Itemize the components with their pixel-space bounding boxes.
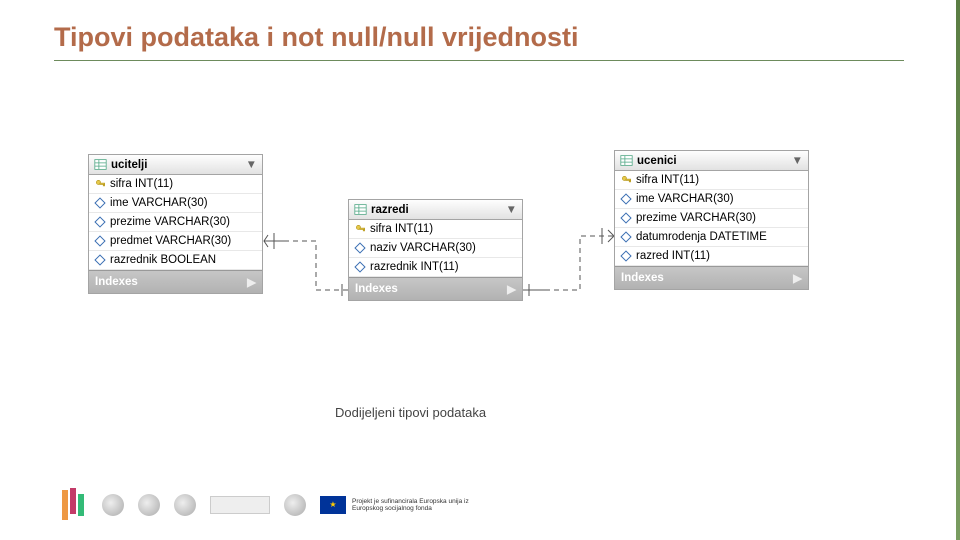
eu-funding-block: Projekt je sufinancirala Europska unija … <box>320 496 482 514</box>
chevron-down-icon: ▼ <box>506 204 517 216</box>
key-icon <box>94 178 106 190</box>
table-column: sifra INT(11) <box>349 220 522 239</box>
diamond-icon <box>620 212 632 224</box>
table-column: predmet VARCHAR(30) <box>89 232 262 251</box>
table-column: ime VARCHAR(30) <box>89 194 262 213</box>
column-label: predmet VARCHAR(30) <box>110 235 231 247</box>
diamond-icon <box>94 197 106 209</box>
column-label: ime VARCHAR(30) <box>110 197 208 209</box>
table-name: razredi <box>371 204 409 216</box>
table-column: sifra INT(11) <box>89 175 262 194</box>
partner-logo <box>174 494 196 516</box>
diamond-icon <box>94 235 106 247</box>
column-label: ime VARCHAR(30) <box>636 193 734 205</box>
diamond-icon <box>620 250 632 262</box>
column-label: datumrodenja DATETIME <box>636 231 767 243</box>
partner-logo <box>210 496 270 514</box>
eu-flag-icon <box>320 496 346 514</box>
table-column: datumrodenja DATETIME <box>615 228 808 247</box>
partner-logo <box>284 494 306 516</box>
table-ucenici: ucenici ▼ sifra INT(11) ime VARCHAR(30) … <box>614 150 809 290</box>
table-column: razred INT(11) <box>615 247 808 266</box>
diamond-icon <box>354 242 366 254</box>
table-column: prezime VARCHAR(30) <box>89 213 262 232</box>
diamond-icon <box>354 261 366 273</box>
table-icon <box>94 158 107 171</box>
column-label: prezime VARCHAR(30) <box>636 212 756 224</box>
table-column: razrednik INT(11) <box>349 258 522 277</box>
column-label: naziv VARCHAR(30) <box>370 242 476 254</box>
table-column: naziv VARCHAR(30) <box>349 239 522 258</box>
chevron-right-icon: ▶ <box>247 275 256 289</box>
column-label: razrednik BOOLEAN <box>110 254 216 266</box>
chevron-down-icon: ▼ <box>246 159 257 171</box>
table-ucitelji: ucitelji ▼ sifra INT(11) ime VARCHAR(30)… <box>88 154 263 294</box>
table-header[interactable]: ucitelji ▼ <box>89 155 262 175</box>
partner-logo <box>138 494 160 516</box>
chevron-right-icon: ▶ <box>507 282 516 296</box>
diagram-canvas: ucitelji ▼ sifra INT(11) ime VARCHAR(30)… <box>0 0 960 540</box>
table-header[interactable]: razredi ▼ <box>349 200 522 220</box>
table-name: ucitelji <box>111 159 147 171</box>
column-label: sifra INT(11) <box>110 178 173 190</box>
column-label: sifra INT(11) <box>636 174 699 186</box>
indexes-label: Indexes <box>355 283 398 295</box>
table-column: razrednik BOOLEAN <box>89 251 262 270</box>
diamond-icon <box>94 216 106 228</box>
indexes-header[interactable]: Indexes ▶ <box>89 270 262 293</box>
brand-logo <box>54 488 88 522</box>
column-label: prezime VARCHAR(30) <box>110 216 230 228</box>
table-name: ucenici <box>637 155 677 167</box>
table-icon <box>354 203 367 216</box>
indexes-header[interactable]: Indexes ▶ <box>349 277 522 300</box>
indexes-label: Indexes <box>621 272 664 284</box>
diamond-icon <box>620 231 632 243</box>
table-column: ime VARCHAR(30) <box>615 190 808 209</box>
indexes-label: Indexes <box>95 276 138 288</box>
partner-logo <box>102 494 124 516</box>
table-header[interactable]: ucenici ▼ <box>615 151 808 171</box>
chevron-down-icon: ▼ <box>792 155 803 167</box>
indexes-header[interactable]: Indexes ▶ <box>615 266 808 289</box>
column-label: razred INT(11) <box>636 250 710 262</box>
table-icon <box>620 154 633 167</box>
diamond-icon <box>94 254 106 266</box>
column-label: razrednik INT(11) <box>370 261 459 273</box>
key-icon <box>620 174 632 186</box>
table-column: prezime VARCHAR(30) <box>615 209 808 228</box>
diagram-caption: Dodijeljeni tipovi podataka <box>335 405 486 420</box>
column-label: sifra INT(11) <box>370 223 433 235</box>
table-razredi: razredi ▼ sifra INT(11) naziv VARCHAR(30… <box>348 199 523 301</box>
key-icon <box>354 223 366 235</box>
chevron-right-icon: ▶ <box>793 271 802 285</box>
footer-logos: Projekt je sufinancirala Europska unija … <box>54 488 482 522</box>
eu-funding-text: Projekt je sufinancirala Europska unija … <box>352 498 482 512</box>
diamond-icon <box>620 193 632 205</box>
table-column: sifra INT(11) <box>615 171 808 190</box>
